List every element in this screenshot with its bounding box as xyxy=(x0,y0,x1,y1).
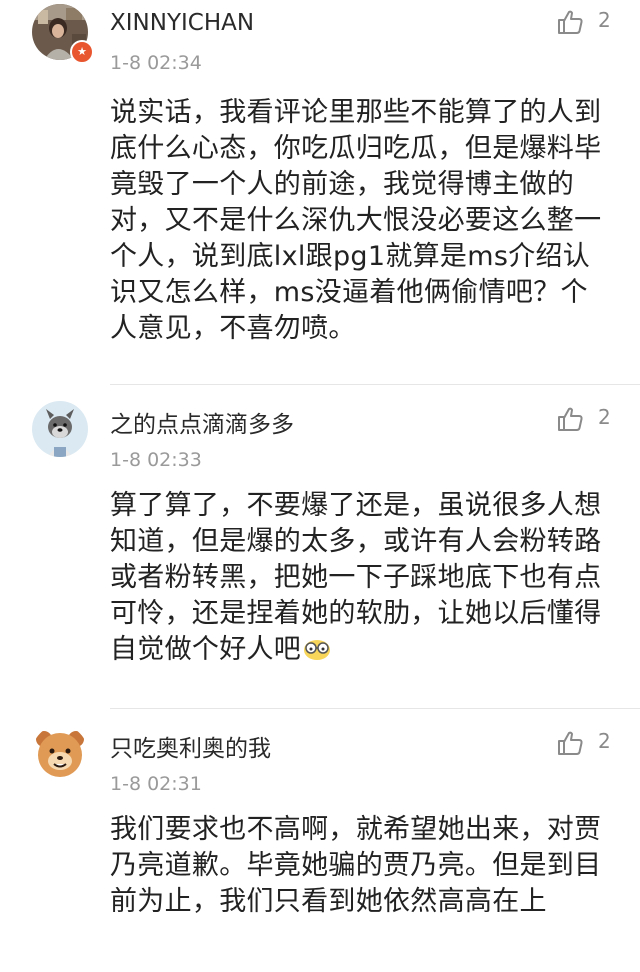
timestamp: 1-8 02:34 xyxy=(110,52,202,74)
star-badge-icon: ★ xyxy=(70,40,94,64)
username[interactable]: 之的点点滴滴多多 xyxy=(110,405,294,439)
like-count: 2 xyxy=(598,8,611,32)
thumbs-up-icon xyxy=(558,407,583,431)
timestamp: 1-8 02:31 xyxy=(110,773,202,795)
thumbs-up-icon xyxy=(558,10,583,34)
username[interactable]: XINNYICHAN xyxy=(110,10,254,36)
username[interactable]: 只吃奥利奥的我 xyxy=(110,729,271,763)
user-avatar[interactable] xyxy=(32,401,88,457)
comment-text: 我们要求也不高啊，就希望她出来，对贾乃亮道歉。毕竟她骗的贾乃亮。但是到目前为止，… xyxy=(110,814,602,917)
comment-text-content: 算了算了，不要爆了还是，虽说很多人想知道，但是爆的太多，或许有人会粉转路或者粉转… xyxy=(110,490,602,665)
comment-item: 只吃奥利奥的我 1-8 02:31 2 我们要求也不高啊，就希望她出来，对贾乃亮… xyxy=(0,709,640,972)
thumbs-up-icon xyxy=(558,731,583,755)
like-count: 2 xyxy=(598,729,611,753)
glasses-face-emoji-icon xyxy=(304,640,331,660)
comment-text: 算了算了，不要爆了还是，虽说很多人想知道，但是爆的太多，或许有人会粉转路或者粉转… xyxy=(110,488,610,668)
comment-text: 说实话，我看评论里那些不能算了的人到底什么心态，你吃瓜归吃瓜，但是爆料毕竟毁了一… xyxy=(110,97,602,344)
like-button[interactable]: 2 xyxy=(556,727,626,759)
user-avatar[interactable] xyxy=(32,725,88,781)
like-count: 2 xyxy=(598,405,611,429)
like-button[interactable]: 2 xyxy=(556,6,626,38)
timestamp: 1-8 02:33 xyxy=(110,449,202,471)
comment-item: ★ XINNYICHAN 1-8 02:34 2 说实话，我看评论里那些不能算了… xyxy=(0,0,640,385)
comment-item: 之的点点滴滴多多 1-8 02:33 2 算了算了，不要爆了还是，虽说很多人想知… xyxy=(0,385,640,708)
like-button[interactable]: 2 xyxy=(556,403,626,435)
